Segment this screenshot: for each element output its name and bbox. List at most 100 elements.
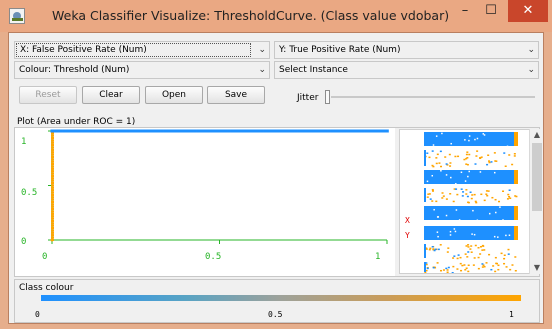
attribute-point bbox=[497, 236, 499, 238]
data-point bbox=[51, 158, 54, 161]
attribute-point bbox=[463, 158, 466, 161]
save-button[interactable]: Save bbox=[207, 86, 265, 104]
data-point bbox=[135, 129, 140, 133]
data-point bbox=[150, 129, 155, 133]
attribute-point bbox=[445, 198, 448, 200]
attribute-point bbox=[513, 155, 516, 157]
data-point bbox=[51, 189, 54, 192]
data-point bbox=[373, 129, 377, 133]
data-point bbox=[278, 129, 283, 133]
attribute-point bbox=[441, 192, 444, 194]
data-point bbox=[287, 129, 292, 133]
attribute-point bbox=[492, 265, 495, 267]
jitter-slider[interactable] bbox=[325, 88, 539, 106]
attribute-point bbox=[511, 163, 514, 166]
attribute-point bbox=[511, 264, 514, 266]
data-point bbox=[251, 129, 255, 133]
jitter-slider-thumb[interactable] bbox=[325, 90, 330, 104]
open-button[interactable]: Open bbox=[145, 86, 203, 104]
attribute-point bbox=[460, 269, 463, 272]
scroll-down-icon[interactable]: ▼ bbox=[530, 262, 544, 274]
data-point bbox=[51, 153, 54, 156]
data-point bbox=[51, 212, 54, 215]
data-point bbox=[248, 129, 252, 133]
data-point bbox=[254, 129, 258, 133]
attribute-point bbox=[487, 154, 490, 156]
attribute-point bbox=[481, 249, 484, 251]
maximize-button[interactable]: ☐ bbox=[478, 0, 504, 22]
data-point bbox=[367, 129, 371, 133]
data-point bbox=[53, 129, 57, 133]
attribute-point bbox=[452, 257, 455, 259]
attribute-bar bbox=[424, 170, 516, 184]
data-point bbox=[144, 129, 149, 133]
attribute-point bbox=[440, 165, 443, 168]
attribute-point bbox=[453, 228, 456, 230]
data-point bbox=[77, 129, 82, 133]
attribute-point bbox=[441, 132, 443, 135]
reset-button[interactable]: Reset bbox=[19, 86, 77, 104]
attribute-point bbox=[472, 209, 474, 212]
attribute-point bbox=[490, 161, 493, 163]
scroll-thumb[interactable] bbox=[532, 143, 542, 211]
data-point bbox=[297, 129, 301, 133]
data-point bbox=[153, 129, 158, 133]
data-point bbox=[74, 129, 79, 133]
attribute-point bbox=[485, 262, 488, 264]
jitter-slider-track bbox=[331, 96, 535, 98]
data-point bbox=[51, 134, 54, 137]
y-axis-select-value: Y: True Positive Rate (Num) bbox=[279, 45, 401, 55]
data-point bbox=[172, 129, 176, 133]
select-instance-select[interactable]: Select Instance ⌄ bbox=[274, 61, 539, 79]
attribute-point bbox=[486, 163, 489, 166]
attribute-point bbox=[437, 248, 440, 251]
attribute-bar bbox=[424, 226, 516, 240]
data-point bbox=[51, 196, 54, 199]
data-point bbox=[163, 129, 167, 133]
attribute-point bbox=[508, 189, 511, 191]
attribute-point bbox=[514, 195, 517, 197]
data-point bbox=[193, 129, 197, 133]
x-axis-select[interactable]: X: False Positive Rate (Num) ⌄ bbox=[14, 41, 270, 59]
data-point bbox=[303, 129, 307, 133]
y-axis-select[interactable]: Y: True Positive Rate (Num) ⌄ bbox=[274, 41, 539, 59]
attribute-panel[interactable] bbox=[399, 129, 531, 274]
attribute-point bbox=[475, 201, 478, 204]
attribute-point bbox=[439, 269, 442, 272]
attribute-point bbox=[488, 160, 491, 162]
attribute-point bbox=[464, 269, 467, 271]
minimize-button[interactable]: – bbox=[452, 0, 478, 22]
data-point bbox=[89, 129, 94, 133]
attribute-point bbox=[513, 153, 516, 155]
attribute-point bbox=[476, 150, 479, 152]
colour-select[interactable]: Colour: Threshold (Num) ⌄ bbox=[14, 61, 270, 79]
attribute-scrollbar[interactable]: ▲ ▼ bbox=[529, 129, 543, 274]
attribute-point bbox=[495, 262, 498, 265]
attribute-point bbox=[436, 262, 439, 264]
data-point bbox=[111, 129, 115, 133]
attribute-point bbox=[446, 251, 449, 253]
attribute-point bbox=[479, 253, 482, 255]
attribute-bar-edge bbox=[424, 188, 426, 202]
attribute-point bbox=[507, 253, 510, 255]
close-button[interactable]: ✕ bbox=[508, 0, 548, 22]
attribute-point bbox=[467, 264, 470, 267]
data-point bbox=[51, 217, 54, 220]
attribute-point bbox=[490, 268, 493, 271]
clear-button[interactable]: Clear bbox=[82, 86, 140, 104]
data-point bbox=[83, 129, 88, 133]
attribute-point bbox=[476, 219, 479, 222]
data-point bbox=[272, 129, 277, 133]
attribute-point bbox=[444, 156, 447, 158]
scroll-up-icon[interactable]: ▲ bbox=[530, 129, 544, 141]
attribute-point bbox=[494, 256, 497, 259]
attribute-point bbox=[425, 263, 428, 266]
data-point bbox=[260, 129, 264, 133]
data-point bbox=[80, 129, 85, 133]
attribute-point bbox=[454, 230, 457, 233]
attribute-point bbox=[449, 234, 452, 236]
attribute-point bbox=[488, 253, 491, 256]
data-point bbox=[339, 129, 344, 133]
title-bar[interactable]: Weka Classifier Visualize: ThresholdCurv… bbox=[0, 0, 552, 32]
attribute-point bbox=[473, 233, 476, 236]
